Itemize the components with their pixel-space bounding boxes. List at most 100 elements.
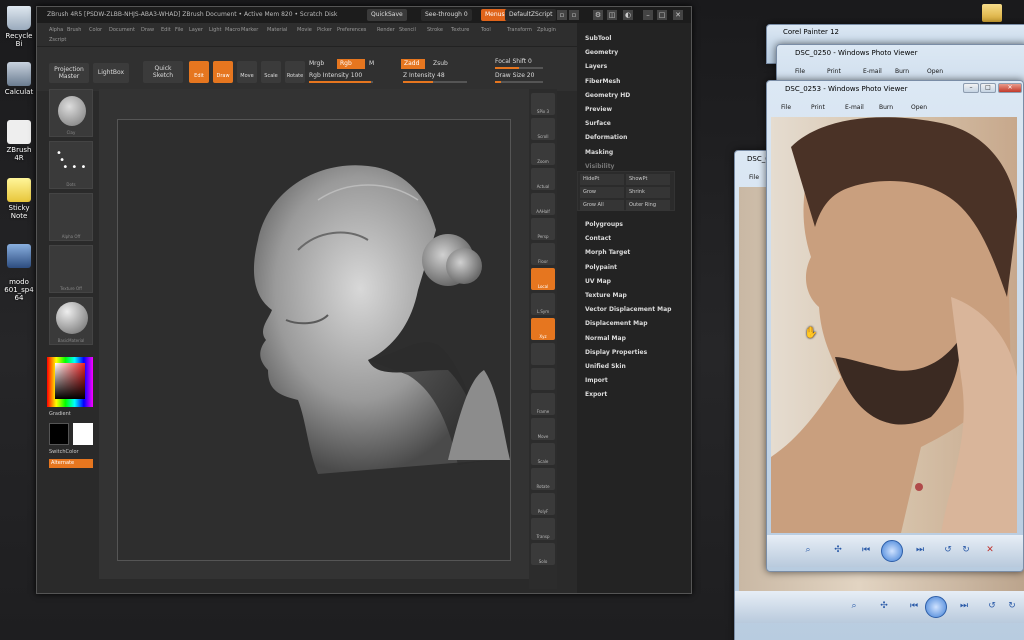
fit-icon[interactable]: ✣ <box>877 599 891 613</box>
secondary-color-swatch[interactable] <box>73 423 93 445</box>
zsub-button[interactable]: Zsub <box>433 59 448 69</box>
next-icon[interactable]: ⏭ <box>913 543 927 557</box>
right-shelf-polyf[interactable]: PolyF <box>531 493 555 515</box>
menu-layer[interactable]: Layer <box>189 27 203 33</box>
menu-light[interactable]: Light <box>209 27 221 33</box>
tray-layers[interactable]: Layers <box>585 63 607 70</box>
menu-burn[interactable]: Burn <box>895 68 909 75</box>
pin-icon[interactable]: ◫ <box>607 10 617 20</box>
draw-button[interactable]: Draw <box>213 61 233 83</box>
next-icon[interactable]: ⏭ <box>957 599 971 613</box>
stroke-thumbnail[interactable]: • • • • • Dots <box>49 141 93 189</box>
previous-icon[interactable]: ⏮ <box>859 543 873 557</box>
tray-surface[interactable]: Surface <box>585 120 611 127</box>
tray-normal-map[interactable]: Normal Map <box>585 335 626 342</box>
right-shelf-rotate[interactable]: Rotate <box>531 468 555 490</box>
switch-color-button[interactable]: SwitchColor <box>49 449 79 455</box>
maximize-icon[interactable]: □ <box>980 83 996 93</box>
menu-alpha[interactable]: Alpha <box>49 27 63 33</box>
focal-shift-slider[interactable]: Focal Shift 0 <box>495 57 543 69</box>
gradient-label[interactable]: Gradient <box>49 411 71 417</box>
menu-zplugin[interactable]: Zplugin <box>537 27 556 33</box>
color-icon[interactable]: ◐ <box>623 10 633 20</box>
menu-macro[interactable]: Macro <box>225 27 240 33</box>
color-picker[interactable] <box>47 357 93 407</box>
menu-file[interactable]: File <box>175 27 183 33</box>
see-through-slider[interactable]: See-through 0 <box>421 9 472 21</box>
right-shelf-floor[interactable]: Floor <box>531 243 555 265</box>
close-icon[interactable]: ✕ <box>673 10 683 20</box>
visibility-hidept-button[interactable]: HidePt <box>580 174 624 185</box>
tray-display-properties[interactable]: Display Properties <box>585 349 647 356</box>
tray-geometry[interactable]: Geometry <box>585 49 618 56</box>
rotate-cw-icon[interactable]: ↻ <box>959 543 973 557</box>
right-shelf-frame[interactable]: Frame <box>531 393 555 415</box>
folder-icon[interactable] <box>982 4 1002 22</box>
fit-icon[interactable]: ✣ <box>831 543 845 557</box>
menu-transform[interactable]: Transform <box>507 27 532 33</box>
slideshow-icon[interactable] <box>925 596 947 618</box>
primary-color-swatch[interactable] <box>49 423 69 445</box>
scale-button[interactable]: Scale <box>261 61 281 83</box>
right-shelf-l-sym[interactable]: L.Sym <box>531 293 555 315</box>
z-intensity-slider[interactable]: Z Intensity 48 <box>403 71 467 83</box>
alpha-thumbnail[interactable]: Alpha Off <box>49 193 93 241</box>
texture-thumbnail[interactable]: Texture Off <box>49 245 93 293</box>
tray-displacement-map[interactable]: Displacement Map <box>585 320 648 327</box>
menu-print[interactable]: Print <box>811 104 825 111</box>
menu-preferences[interactable]: Preferences <box>337 27 366 33</box>
desktop-icon-zbrush[interactable]: ZBrush 4R <box>2 120 36 162</box>
right-shelf-actual[interactable]: Actual <box>531 168 555 190</box>
menu-brush[interactable]: Brush <box>67 27 81 33</box>
color-square[interactable] <box>55 363 85 399</box>
menu-zscript[interactable]: Zscript <box>49 37 66 43</box>
menu-print[interactable]: Print <box>827 68 841 75</box>
zoom-icon[interactable]: ⌕ <box>801 543 815 557</box>
desktop-icon-sticky-notes[interactable]: Sticky Note <box>2 178 36 220</box>
menu-texture[interactable]: Texture <box>451 27 469 33</box>
brush-thumbnail[interactable]: Clay <box>49 89 93 137</box>
projection-master-button[interactable]: Projection Master <box>49 63 89 83</box>
tray-masking[interactable]: Masking <box>585 149 613 156</box>
right-shelf-button-10[interactable] <box>531 343 555 365</box>
menu-open[interactable]: Open <box>911 104 927 111</box>
layout-icon[interactable]: ▫ <box>569 10 579 20</box>
right-shelf-aahalf[interactable]: AAHalf <box>531 193 555 215</box>
slideshow-icon[interactable] <box>881 540 903 562</box>
document-canvas[interactable] <box>117 119 511 561</box>
draw-size-slider[interactable]: Draw Size 20 <box>495 71 543 83</box>
rotate-ccw-icon[interactable]: ↺ <box>985 599 999 613</box>
menu-draw[interactable]: Draw <box>141 27 154 33</box>
menu-email[interactable]: E-mail <box>845 104 864 111</box>
quick-sketch-button[interactable]: Quick Sketch <box>143 61 183 83</box>
zadd-button[interactable]: Zadd <box>401 59 425 69</box>
minimize-icon[interactable]: – <box>643 10 653 20</box>
maximize-icon[interactable]: □ <box>657 10 667 20</box>
right-shelf-local[interactable]: Local <box>531 268 555 290</box>
alternate-button[interactable]: Alternate <box>49 459 93 468</box>
settings-icon[interactable]: ⚙ <box>593 10 603 20</box>
menu-marker[interactable]: Marker <box>241 27 258 33</box>
menu-stroke[interactable]: Stroke <box>427 27 443 33</box>
menu-file[interactable]: File <box>795 68 805 75</box>
tray-uv-map[interactable]: UV Map <box>585 278 611 285</box>
photo-image[interactable] <box>771 117 1017 533</box>
rotate-button[interactable]: Rotate <box>285 61 305 83</box>
tray-polygroups[interactable]: Polygroups <box>585 221 623 228</box>
material-thumbnail[interactable]: BasicMaterial <box>49 297 93 345</box>
close-icon[interactable]: ✕ <box>998 83 1022 93</box>
tray-geometry-hd[interactable]: Geometry HD <box>585 92 630 99</box>
default-zscript-button[interactable]: DefaultZScript <box>505 9 557 21</box>
tray-contact[interactable]: Contact <box>585 235 611 242</box>
visibility-shrink-button[interactable]: Shrink <box>626 187 670 198</box>
menu-stencil[interactable]: Stencil <box>399 27 416 33</box>
menu-edit[interactable]: Edit <box>161 27 171 33</box>
mrgb-button[interactable]: Mrgb <box>309 59 324 69</box>
menu-movie[interactable]: Movie <box>297 27 312 33</box>
menu-render[interactable]: Render <box>377 27 395 33</box>
right-shelf-persp[interactable]: Persp <box>531 218 555 240</box>
right-shelf-spix-3[interactable]: SPix 3 <box>531 93 555 115</box>
tray-fibermesh[interactable]: FiberMesh <box>585 78 620 85</box>
tray-subtool[interactable]: SubTool <box>585 35 611 42</box>
tray-polypaint[interactable]: Polypaint <box>585 264 617 271</box>
